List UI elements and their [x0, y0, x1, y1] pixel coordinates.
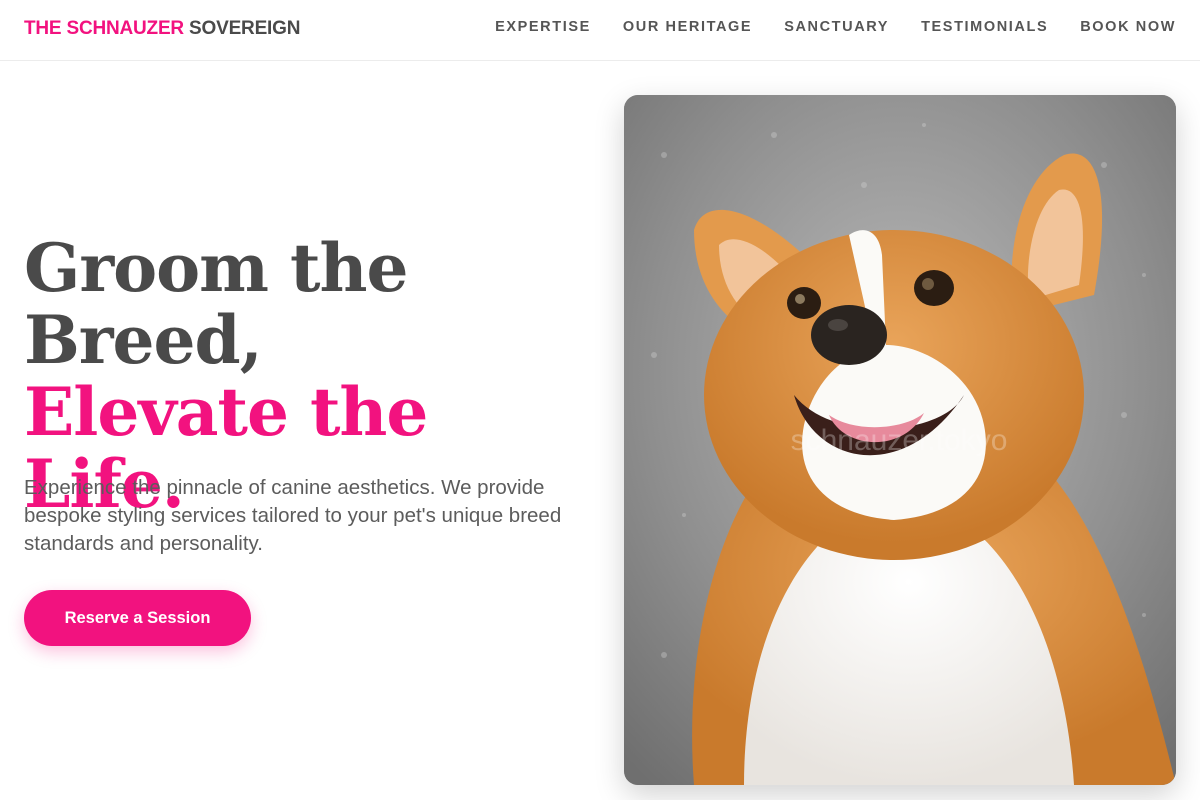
- top-navbar: THE SCHNAUZER SOVEREIGN EXPERTISE OUR HE…: [0, 0, 1200, 61]
- nav-link-book-now[interactable]: BOOK NOW: [1080, 19, 1176, 35]
- reserve-session-button[interactable]: Reserve a Session: [24, 590, 251, 646]
- corgi-dog-photo: schnauzer.tokyo: [624, 95, 1176, 785]
- hero-dog-photo: schnauzer.tokyo: [624, 95, 1176, 785]
- nav-link-testimonials[interactable]: TESTIMONIALS: [921, 19, 1048, 35]
- brand-name-accent: THE SCHNAUZER: [24, 18, 184, 39]
- nav-link-our-heritage[interactable]: OUR HERITAGE: [623, 19, 752, 35]
- headline-line-1: Groom the: [24, 229, 408, 307]
- nav-link-sanctuary[interactable]: SANCTUARY: [784, 19, 889, 35]
- main-nav: EXPERTISE OUR HERITAGE SANCTUARY TESTIMO…: [463, 19, 1176, 35]
- brand-logo[interactable]: THE SCHNAUZER SOVEREIGN: [24, 18, 300, 40]
- headline-line-2: Breed,: [24, 301, 263, 379]
- photo-watermark: schnauzer.tokyo: [791, 424, 1008, 457]
- brand-name-rest: SOVEREIGN: [183, 18, 301, 39]
- hero-lead-text: Experience the pinnacle of canine aesthe…: [24, 476, 562, 555]
- nav-link-expertise[interactable]: EXPERTISE: [495, 19, 591, 35]
